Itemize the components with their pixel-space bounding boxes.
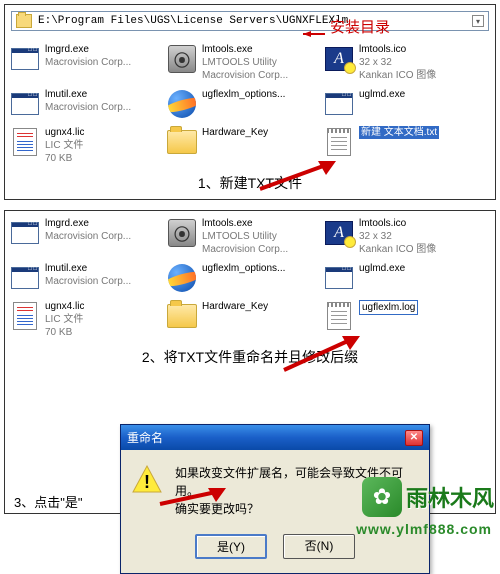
file-item[interactable]: 新建 文本文档.txt (321, 124, 476, 167)
file-name: uglmd.exe (359, 88, 405, 101)
file-item[interactable]: lmutil.exeMacrovision Corp... (7, 260, 162, 296)
file-name: Hardware_Key (202, 300, 268, 313)
file-item[interactable]: ugnx4.licLIC 文件70 KB (7, 298, 162, 341)
caption-step-1: 1、新建TXT文件 (5, 171, 495, 199)
lic-icon (9, 126, 41, 158)
file-item[interactable]: Hardware_Key (164, 298, 319, 341)
file-meta: Macrovision Corp... (45, 275, 131, 288)
file-item[interactable]: lmgrd.exeMacrovision Corp... (7, 41, 162, 84)
globe-icon (166, 88, 198, 120)
file-item[interactable]: Almtools.ico32 x 32Kankan ICO 图像 (321, 215, 476, 258)
exe-icon (9, 88, 41, 120)
no-button[interactable]: 否(N) (283, 534, 355, 559)
exe-icon (9, 43, 41, 75)
panel-1: E:\Program Files\UGS\License Servers\UGN… (4, 4, 496, 200)
dialog-titlebar[interactable]: 重命名 ✕ (121, 425, 429, 450)
caption-step-3: 3、点击"是" (14, 492, 82, 511)
globe-icon (166, 262, 198, 294)
file-meta: Macrovision Corp... (202, 243, 288, 256)
file-name: lmtools.ico (359, 217, 436, 230)
file-name: lmtools.ico (359, 43, 436, 56)
file-item[interactable]: ⦿ lmtools.exeLMTOOLS UtilityMacrovision C… (164, 41, 319, 84)
file-meta: Kankan ICO 图像 (359, 69, 436, 82)
file-meta: 32 x 32 (359, 56, 436, 69)
file-item[interactable]: uglmd.exe (321, 86, 476, 122)
exe-icon (323, 88, 355, 120)
file-meta: Macrovision Corp... (45, 56, 131, 69)
file-meta: 70 KB (45, 152, 84, 165)
ltool-icon: ⦿ (166, 217, 198, 249)
annotation-install-dir: 安装目录 (330, 16, 390, 37)
file-item[interactable]: ⦿ lmtools.exeLMTOOLS UtilityMacrovision C… (164, 215, 319, 258)
file-grid-2: lmgrd.exeMacrovision Corp...⦿lmtools.exe… (5, 211, 495, 345)
file-grid-1: lmgrd.exeMacrovision Corp...⦿lmtools.exe… (5, 37, 495, 171)
leaf-icon: ✿ (362, 477, 402, 517)
file-meta: 70 KB (45, 326, 84, 339)
file-name: lmgrd.exe (45, 43, 131, 56)
folder-icon (166, 126, 198, 158)
file-meta: LIC 文件 (45, 139, 84, 152)
file-item[interactable]: Almtools.ico32 x 32Kankan ICO 图像 (321, 41, 476, 84)
exe-icon (9, 217, 41, 249)
caption-step-2: 2、将TXT文件重命名并且修改后缀 (5, 345, 495, 373)
watermark-logo: ✿ 雨林木风 (362, 477, 494, 517)
address-path: E:\Program Files\UGS\License Servers\UGN… (38, 15, 472, 27)
file-meta: Macrovision Corp... (45, 101, 131, 114)
file-name: lmgrd.exe (45, 217, 131, 230)
exe-icon (323, 262, 355, 294)
file-item[interactable]: lmgrd.exeMacrovision Corp... (7, 215, 162, 258)
warning-icon: ! (131, 464, 163, 496)
file-item[interactable]: ugflexlm.log (321, 298, 476, 341)
brand-url: www.ylmf888.com (356, 521, 492, 537)
file-name: lmutil.exe (45, 88, 131, 101)
file-meta: Macrovision Corp... (45, 230, 131, 243)
close-button[interactable]: ✕ (405, 430, 423, 446)
file-meta: LMTOOLS Utility (202, 230, 288, 243)
file-meta: 32 x 32 (359, 230, 436, 243)
file-name: lmtools.exe (202, 217, 288, 230)
file-meta: LIC 文件 (45, 313, 84, 326)
file-name: ugflexlm_options... (202, 88, 285, 101)
folder-icon (16, 14, 32, 28)
dropdown-icon[interactable]: ▾ (472, 15, 484, 27)
file-item[interactable]: Hardware_Key (164, 124, 319, 167)
brand-text: 雨林木风 (406, 481, 494, 513)
file-meta: Kankan ICO 图像 (359, 243, 436, 256)
file-item[interactable]: uglmd.exe (321, 260, 476, 296)
ltool-icon: ⦿ (166, 43, 198, 75)
folder-icon (166, 300, 198, 332)
lic-icon (9, 300, 41, 332)
file-name: ugflexlm.log (359, 300, 418, 315)
ico-a-icon: A (323, 217, 355, 249)
file-name: ugnx4.lic (45, 126, 84, 139)
file-name: uglmd.exe (359, 262, 405, 275)
file-name: ugflexlm_options... (202, 262, 285, 275)
file-name: Hardware_Key (202, 126, 268, 139)
svg-text:!: ! (144, 472, 150, 492)
yes-button[interactable]: 是(Y) (195, 534, 267, 559)
file-item[interactable]: ugflexlm_options... (164, 86, 319, 122)
file-name: ugnx4.lic (45, 300, 84, 313)
file-name: lmtools.exe (202, 43, 288, 56)
ico-a-icon: A (323, 43, 355, 75)
txt-icon (323, 300, 355, 332)
file-name: lmutil.exe (45, 262, 131, 275)
file-item[interactable]: lmutil.exeMacrovision Corp... (7, 86, 162, 122)
file-meta: Macrovision Corp... (202, 69, 288, 82)
file-item[interactable]: ugflexlm_options... (164, 260, 319, 296)
dialog-title: 重命名 (127, 429, 163, 446)
file-item[interactable]: ugnx4.licLIC 文件70 KB (7, 124, 162, 167)
address-bar[interactable]: E:\Program Files\UGS\License Servers\UGN… (11, 11, 489, 31)
txt-icon (323, 126, 355, 158)
file-meta: LMTOOLS Utility (202, 56, 288, 69)
exe-icon (9, 262, 41, 294)
file-name: 新建 文本文档.txt (359, 126, 439, 139)
